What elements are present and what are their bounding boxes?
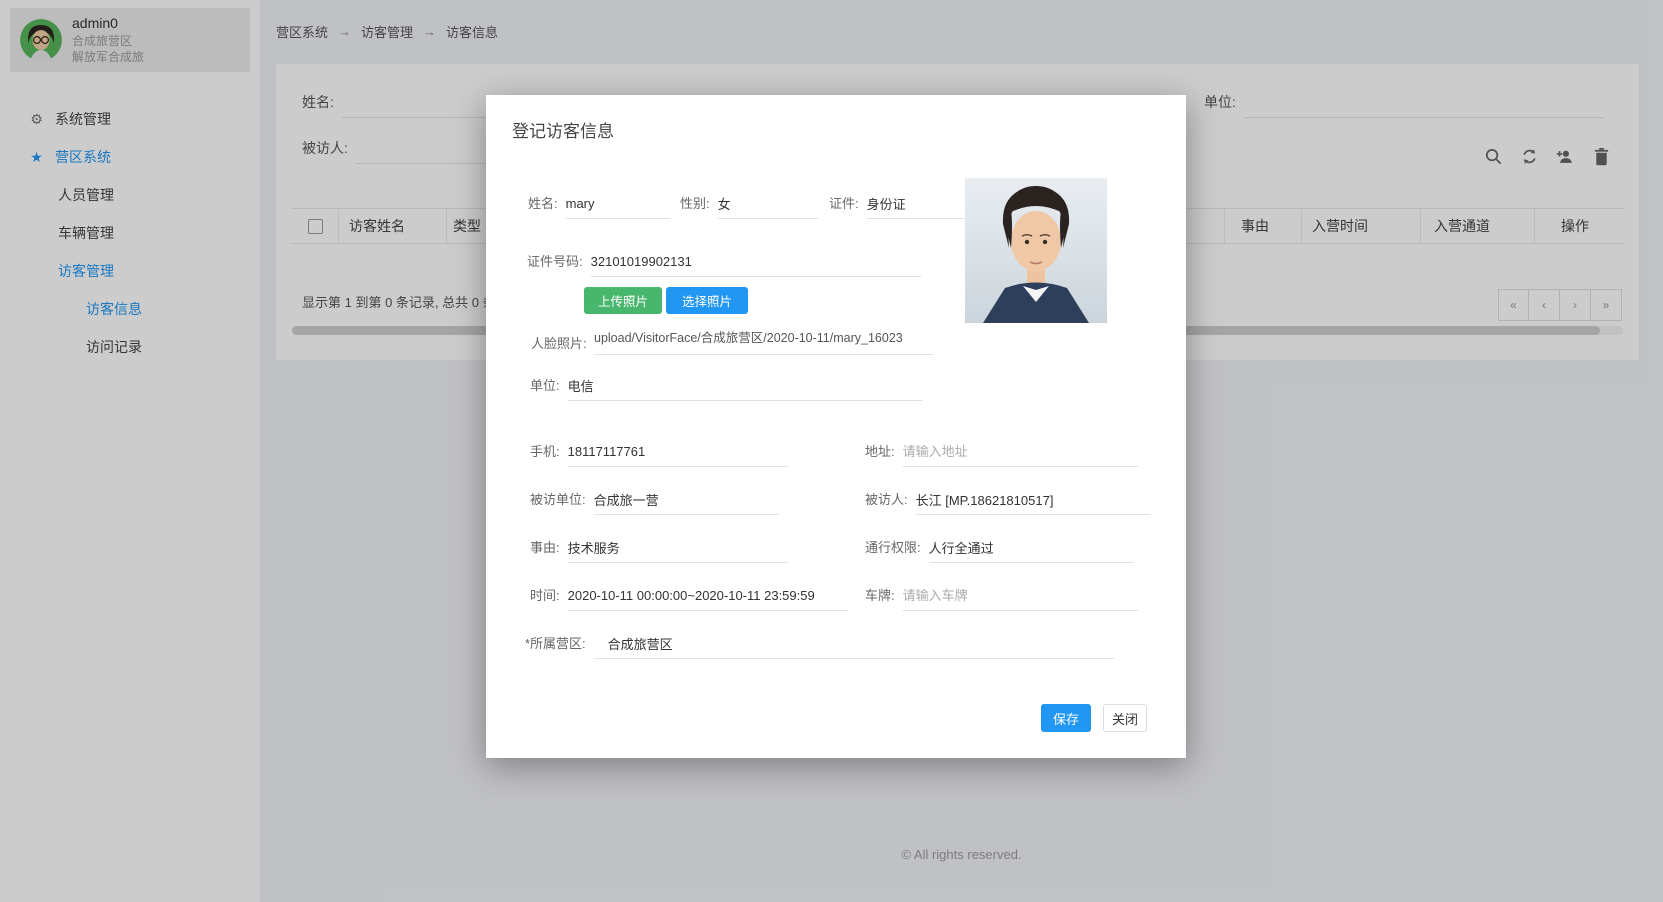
close-button[interactable]: 关闭 [1103,704,1147,732]
save-button[interactable]: 保存 [1041,704,1091,732]
name-field: 姓名: [528,193,671,219]
phone-label: 手机: [530,441,560,467]
reason-input[interactable] [568,538,788,563]
face-photo-label: 人脸照片: [531,333,587,352]
permission-input[interactable] [929,538,1134,563]
unit-field: 单位: [530,375,923,401]
gender-input[interactable] [718,194,818,219]
reason-field: 事由: [530,537,788,563]
visited-unit-label: 被访单位: [530,489,586,515]
modal-row-unit: 单位: [530,375,923,401]
modal-actions: 保存 关闭 [1041,704,1147,732]
face-photo-buttons: 上传照片 选择照片 [584,287,748,314]
time-label: 时间: [530,585,560,611]
face-photo-path: upload/VisitorFace/合成旅营区/2020-10-11/mary… [594,327,933,355]
gender-label: 性别: [680,193,710,219]
id-number-input[interactable] [591,252,921,277]
id-number-field: 证件号码: [527,251,921,277]
unit-input[interactable] [568,376,923,401]
app-screen: admin0 合成旅营区 解放军合成旅 ⚙ 系统管理 ★ 营区系统 人员管理 车… [0,0,1663,902]
visitor-face-photo [965,178,1107,323]
visitee-label: 被访人: [865,489,908,515]
plate-label: 车牌: [865,585,895,611]
gender-field: 性别: [680,193,818,219]
address-label: 地址: [865,441,895,467]
name-input[interactable] [566,194,671,219]
unit-label: 单位: [530,375,560,401]
id-type-field: 证件: [829,193,972,219]
name-label: 姓名: [528,193,558,219]
permission-field: 通行权限: [865,537,1134,563]
permission-label: 通行权限: [865,537,921,563]
visited-unit-input[interactable] [594,490,779,515]
camp-field: *所属营区: [525,633,1114,659]
upload-photo-button[interactable]: 上传照片 [584,287,662,314]
modal-row-id-number: 证件号码: [527,251,921,277]
register-visitor-modal: 登记访客信息 姓名: 性别: 证件: 证件号码: 上传照片 选择照片 [486,95,1186,758]
phone-input[interactable] [568,442,788,467]
address-field: 地址: [865,441,1138,467]
id-type-input[interactable] [867,194,972,219]
camp-label: *所属营区: [525,633,586,659]
choose-photo-button[interactable]: 选择照片 [666,287,748,314]
phone-field: 手机: [530,441,788,467]
plate-input[interactable] [903,586,1138,611]
visitee-input[interactable] [916,490,1151,515]
modal-title: 登记访客信息 [512,117,614,142]
modal-row-camp: *所属营区: [525,633,1114,659]
id-number-label: 证件号码: [527,251,583,277]
camp-input[interactable] [594,634,1114,659]
visited-unit-field: 被访单位: [530,489,779,515]
id-type-label: 证件: [829,193,859,219]
visitee-field: 被访人: [865,489,1151,515]
address-input[interactable] [903,442,1138,467]
reason-label: 事由: [530,537,560,563]
time-field: 时间: [530,585,848,611]
plate-field: 车牌: [865,585,1138,611]
time-range-input[interactable] [568,586,848,611]
